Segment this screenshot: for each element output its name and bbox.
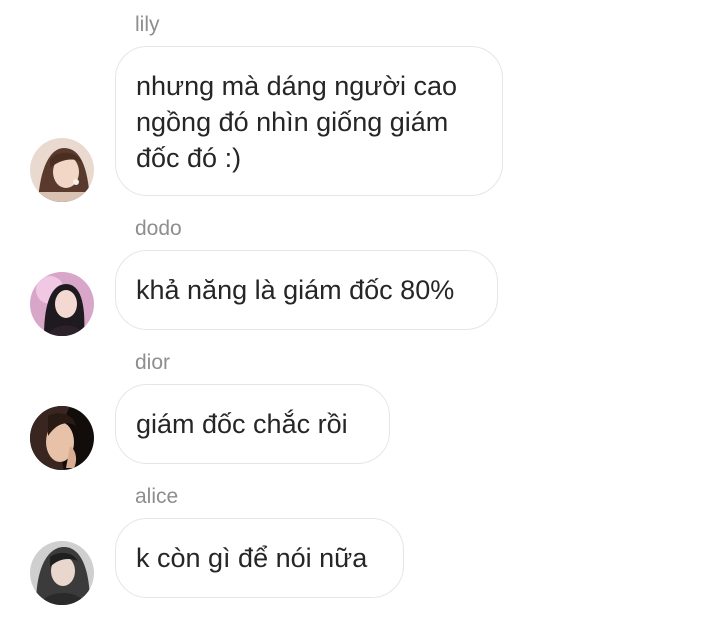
profile-photo-icon	[30, 541, 94, 605]
avatar[interactable]	[30, 138, 94, 202]
sender-name: dior	[135, 351, 171, 374]
sender-name: dodo	[135, 217, 182, 240]
message-text: k còn gì để nói nữa	[136, 543, 368, 573]
message-text: khả năng là giám đốc 80%	[136, 275, 455, 305]
message-text: giám đốc chắc rồi	[136, 409, 348, 439]
avatar[interactable]	[30, 541, 94, 605]
profile-photo-icon	[30, 138, 94, 202]
sender-name: lily	[135, 13, 160, 36]
message-text: nhưng mà dáng người cao ngồng đó nhìn gi…	[136, 71, 458, 173]
avatar[interactable]	[30, 406, 94, 470]
profile-photo-icon	[30, 406, 94, 470]
avatar[interactable]	[30, 272, 94, 336]
message-bubble[interactable]: k còn gì để nói nữa	[115, 518, 404, 598]
message-bubble[interactable]: nhưng mà dáng người cao ngồng đó nhìn gi…	[115, 46, 503, 196]
message-bubble[interactable]: giám đốc chắc rồi	[115, 384, 390, 464]
chat-thread: lily nhưng mà dáng người cao ngồng đó nh…	[0, 0, 720, 621]
profile-photo-icon	[30, 272, 94, 336]
sender-name: alice	[135, 485, 179, 508]
message-bubble[interactable]: khả năng là giám đốc 80%	[115, 250, 498, 330]
